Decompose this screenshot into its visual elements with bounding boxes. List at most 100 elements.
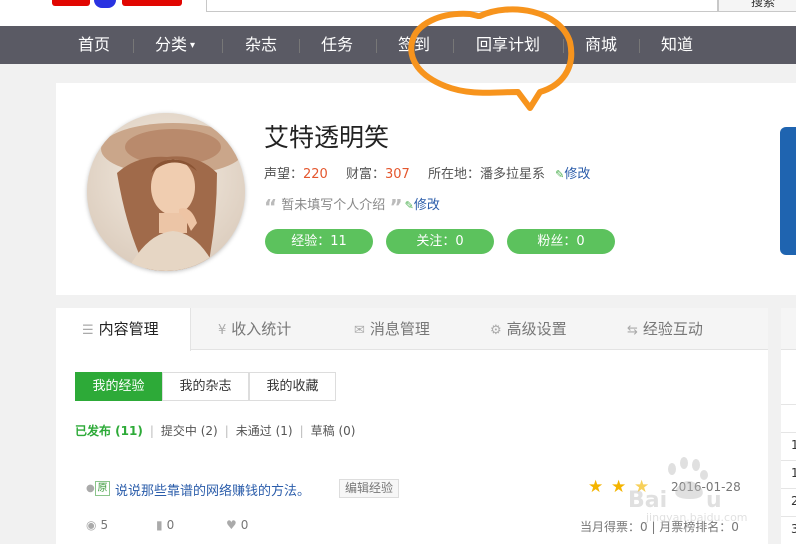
eye-icon: ◉ xyxy=(86,518,97,532)
filter-published[interactable]: 已发布 (11) xyxy=(75,424,143,438)
subtab-my-favorites[interactable]: 我的收藏 xyxy=(249,372,336,401)
baidu-watermark: Bai u jingyan.baidu.com xyxy=(628,457,748,524)
pencil-icon: ✎ xyxy=(555,168,565,181)
tab-content-management[interactable]: ☰ 内容管理 xyxy=(56,308,191,351)
nav-checkin[interactable]: 签到 xyxy=(398,26,430,64)
original-badge: 原 xyxy=(95,481,110,496)
views-metric: ◉ 5 xyxy=(86,518,108,532)
nav-magazine[interactable]: 杂志 xyxy=(245,26,277,64)
votes-count: 0 xyxy=(166,518,175,532)
nav-divider xyxy=(376,39,377,53)
chevron-down-icon: ▾ xyxy=(190,40,196,51)
nav-category-label: 分类 xyxy=(155,35,188,54)
sidebar-rank-number: 1 xyxy=(791,438,796,452)
sidebar-rank-number: 3 xyxy=(791,522,796,536)
sidebar-divider xyxy=(781,404,796,405)
right-sidebar: 1 1 2 3 xyxy=(781,308,796,544)
experience-pill[interactable]: 经验：11 xyxy=(265,229,373,254)
wealth-label: 财富： xyxy=(345,167,385,182)
swap-icon: ⇆ xyxy=(627,323,638,338)
location-value: 潘多拉星系 xyxy=(479,167,545,182)
sidebar-rank-number: 2 xyxy=(791,494,796,508)
gear-icon: ⚙ xyxy=(490,323,502,338)
baidu-logo[interactable] xyxy=(52,0,192,8)
tab-label: 消息管理 xyxy=(369,320,430,338)
nav-share-plan[interactable]: 回享计划 xyxy=(476,26,540,64)
tab-experience-interaction[interactable]: ⇆ 经验互动 xyxy=(627,308,703,350)
subtab-my-experience[interactable]: 我的经验 xyxy=(75,372,162,401)
bar-chart-icon: ▮ xyxy=(156,518,163,532)
edit-bio-link[interactable]: 修改 xyxy=(414,198,440,213)
subtab-my-magazine[interactable]: 我的杂志 xyxy=(162,372,249,401)
yen-icon: ¥ xyxy=(218,323,227,338)
votes-metric: ▮ 0 xyxy=(156,518,174,532)
sidebar-divider xyxy=(781,460,796,461)
profile-card: 艾特透明笑 声望：220 财富：307 所在地：潘多拉星系 ✎修改 “ 暂未填写… xyxy=(56,83,796,295)
tab-advanced-settings[interactable]: ⚙ 高级设置 xyxy=(490,308,567,350)
status-filters: 已发布 (11) | 提交中 (2) | 未通过 (1) | 草稿 (0) xyxy=(75,422,355,439)
logo-part xyxy=(122,0,182,6)
search-button[interactable]: 搜索 xyxy=(718,0,796,12)
tab-bar: ☰ 内容管理 ¥ 收入统计 ✉ 消息管理 ⚙ 高级设置 ⇆ 经验互动 xyxy=(56,308,768,351)
sidebar-divider xyxy=(781,432,796,433)
nav-zhidao[interactable]: 知道 xyxy=(661,26,693,64)
sidebar-rank-number: 1 xyxy=(791,466,796,480)
likes-count: 0 xyxy=(240,518,249,532)
filter-drafts[interactable]: 草稿 (0) xyxy=(311,424,356,438)
avatar[interactable] xyxy=(87,113,245,271)
heart-icon: ♥ xyxy=(226,518,237,532)
location-label: 所在地： xyxy=(427,167,480,182)
list-icon: ☰ xyxy=(82,323,94,338)
tab-label: 高级设置 xyxy=(506,320,567,338)
svg-text:jingyan.baidu.com: jingyan.baidu.com xyxy=(645,511,748,524)
edit-location-link[interactable]: 修改 xyxy=(564,167,590,182)
mail-icon: ✉ xyxy=(354,323,365,338)
logo-part xyxy=(52,0,90,6)
sidebar-header xyxy=(781,308,796,350)
filter-divider: | xyxy=(149,424,154,438)
user-bio: “ 暂未填写个人介绍 ” ✎修改 xyxy=(264,194,440,219)
tab-income-stats[interactable]: ¥ 收入统计 xyxy=(218,308,291,350)
nav-home[interactable]: 首页 xyxy=(78,26,110,64)
side-banner[interactable] xyxy=(780,127,796,255)
reputation-label: 声望： xyxy=(264,167,304,182)
nav-mall[interactable]: 商城 xyxy=(585,26,617,64)
svg-text:u: u xyxy=(706,488,722,513)
tab-label: 经验互动 xyxy=(642,320,703,338)
tab-label: 收入统计 xyxy=(231,320,292,338)
wealth-value: 307 xyxy=(385,167,410,182)
nav-divider xyxy=(299,39,300,53)
tab-message-management[interactable]: ✉ 消息管理 xyxy=(354,308,430,350)
filter-divider: | xyxy=(299,424,304,438)
article-title-link[interactable]: 说说那些靠谱的网络赚钱的方法。 xyxy=(115,480,310,499)
likes-metric: ♥ 0 xyxy=(226,518,248,532)
nav-divider xyxy=(639,39,640,53)
star-icon: ★ xyxy=(588,477,604,497)
following-pill[interactable]: 关注：0 xyxy=(386,229,494,254)
nav-tasks[interactable]: 任务 xyxy=(321,26,353,64)
nav-category[interactable]: 分类 ▾ xyxy=(155,26,195,64)
reputation-value: 220 xyxy=(303,167,328,182)
user-name: 艾特透明笑 xyxy=(264,123,390,152)
nav-divider xyxy=(453,39,454,53)
pencil-icon: ✎ xyxy=(404,199,414,212)
filter-rejected[interactable]: 未通过 (1) xyxy=(236,424,293,438)
views-count: 5 xyxy=(100,518,109,532)
nav-divider xyxy=(222,39,223,53)
nav-divider xyxy=(563,39,564,53)
logo-paw xyxy=(94,0,116,8)
edit-experience-button[interactable]: 编辑经验 xyxy=(339,479,400,498)
svg-text:Bai: Bai xyxy=(628,488,667,513)
nav-divider xyxy=(133,39,134,53)
main-nav: 首页 分类 ▾ 杂志 任务 签到 回享计划 商城 知道 xyxy=(0,26,796,64)
followers-pill[interactable]: 粉丝：0 xyxy=(507,229,615,254)
search-input[interactable] xyxy=(206,0,718,12)
bullet-icon: ● xyxy=(86,483,95,494)
top-header: 搜索 xyxy=(0,0,796,26)
sidebar-divider xyxy=(781,488,796,489)
filter-submitting[interactable]: 提交中 (2) xyxy=(161,424,218,438)
tab-label: 内容管理 xyxy=(98,320,159,338)
filter-divider: | xyxy=(224,424,229,438)
user-stats: 声望：220 财富：307 所在地：潘多拉星系 ✎修改 xyxy=(264,163,590,182)
avatar-photo xyxy=(87,113,245,271)
